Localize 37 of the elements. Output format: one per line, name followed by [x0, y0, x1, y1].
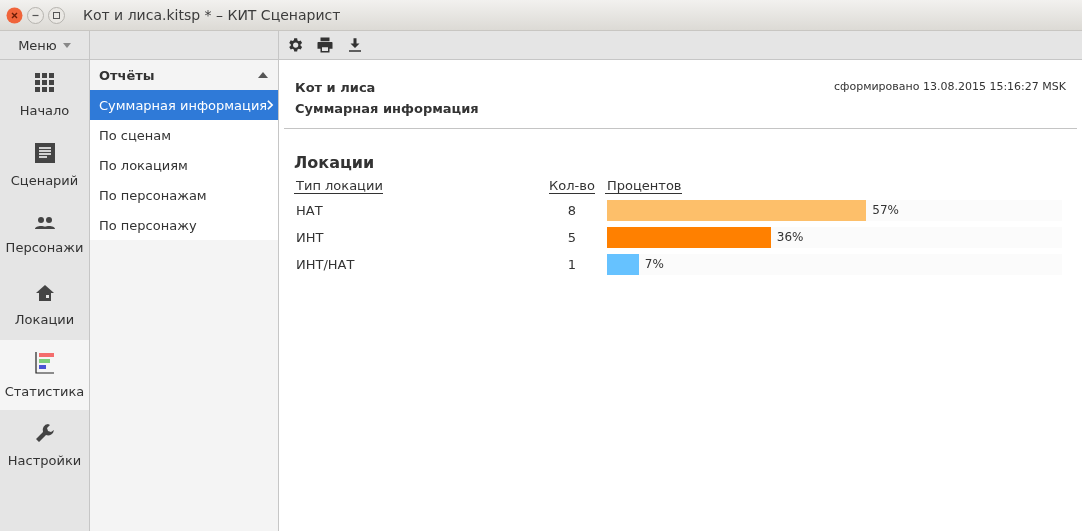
generated-timestamp: сформировано 13.08.2015 15:16:27 MSK	[833, 80, 1066, 95]
column-header: Тип локации	[294, 178, 383, 194]
wrench-icon	[34, 422, 55, 443]
table-cell-text: НАТ	[295, 203, 323, 218]
print-button[interactable]	[316, 36, 334, 54]
close-icon[interactable]	[6, 6, 23, 24]
people-icon	[33, 215, 56, 230]
column-header: Кол-во	[549, 178, 595, 194]
window-title: Кот и лиса.kitsp * – КИТ Сценарист	[83, 7, 341, 23]
menu-button[interactable]: Меню	[18, 37, 71, 53]
chevron-icon	[267, 99, 274, 111]
project-title: Кот и лиса	[295, 80, 377, 95]
download-icon	[346, 36, 364, 54]
maximize-icon[interactable]	[48, 6, 65, 24]
caret-icon	[258, 72, 268, 78]
document-icon	[34, 142, 55, 163]
section-title: Локации	[294, 153, 376, 172]
percent-label: 7%	[644, 257, 664, 271]
download-button[interactable]	[346, 36, 364, 54]
report-title: Суммарная информация	[295, 101, 479, 116]
table-cell: 8	[567, 203, 577, 218]
report-item[interactable]: Суммарная информация	[90, 90, 278, 120]
house-icon	[34, 283, 55, 302]
percent-label: 57%	[872, 203, 899, 217]
caret-icon	[62, 42, 71, 48]
gear-icon	[286, 36, 304, 54]
table-cell-text: ИНТ/НАТ	[295, 257, 355, 272]
settings-button[interactable]	[286, 36, 304, 54]
table-cell: 1	[567, 257, 577, 272]
table-cell-text: ИНТ	[295, 230, 324, 245]
table-cell: 5	[567, 230, 577, 245]
printer-icon	[316, 36, 334, 54]
column-header: Процентов	[605, 178, 682, 194]
nav-item[interactable]: Статистика	[0, 340, 89, 410]
percent-label: 36%	[776, 230, 804, 244]
bar-chart-icon	[34, 351, 55, 374]
grid-icon	[34, 72, 55, 93]
